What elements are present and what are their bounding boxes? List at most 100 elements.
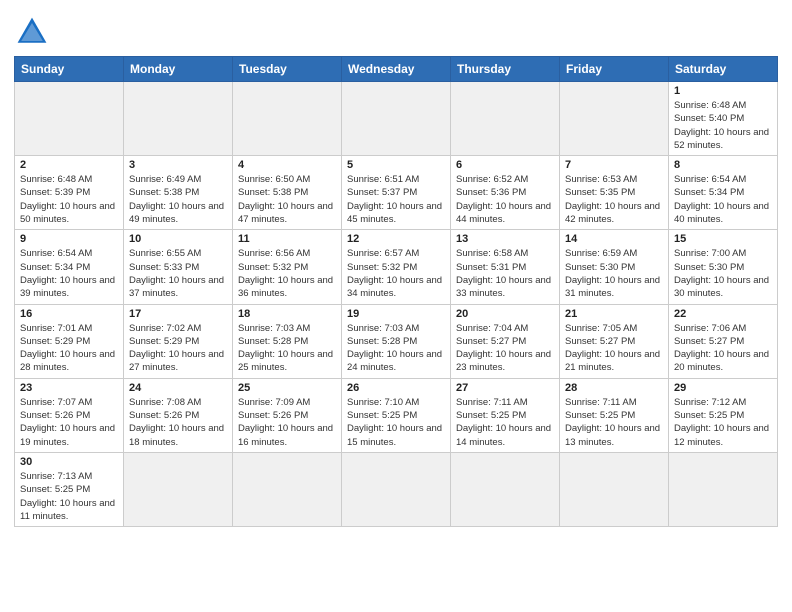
calendar-cell: 14 Sunrise: 6:59 AM Sunset: 5:30 PM Dayli… (560, 230, 669, 304)
calendar-cell: 29 Sunrise: 7:12 AM Sunset: 5:25 PM Dayli… (669, 378, 778, 452)
calendar-cell (233, 82, 342, 156)
day-number: 27 (456, 382, 554, 394)
calendar-cell: 23 Sunrise: 7:07 AM Sunset: 5:26 PM Dayli… (15, 378, 124, 452)
day-number: 24 (129, 382, 227, 394)
day-info: Sunrise: 7:03 AM Sunset: 5:28 PM Dayligh… (238, 322, 336, 375)
weekday-header-tuesday: Tuesday (233, 57, 342, 82)
day-number: 12 (347, 233, 445, 245)
day-number: 5 (347, 159, 445, 171)
week-row-6: 30Sunrise: 7:13 AM Sunset: 5:25 PM Dayli… (15, 452, 778, 526)
calendar-cell: 7 Sunrise: 6:53 AM Sunset: 5:35 PM Daylig… (560, 156, 669, 230)
day-number: 8 (674, 159, 772, 171)
week-row-2: 2 Sunrise: 6:48 AM Sunset: 5:39 PM Daylig… (15, 156, 778, 230)
day-info: Sunrise: 7:10 AM Sunset: 5:25 PM Dayligh… (347, 396, 445, 449)
day-number: 1 (674, 85, 772, 97)
day-info: Sunrise: 6:51 AM Sunset: 5:37 PM Dayligh… (347, 173, 445, 226)
day-info: Sunrise: 7:02 AM Sunset: 5:29 PM Dayligh… (129, 322, 227, 375)
week-row-4: 16Sunrise: 7:01 AM Sunset: 5:29 PM Dayli… (15, 304, 778, 378)
day-number: 7 (565, 159, 663, 171)
day-info: Sunrise: 6:50 AM Sunset: 5:38 PM Dayligh… (238, 173, 336, 226)
calendar-cell (451, 82, 560, 156)
day-info: Sunrise: 6:57 AM Sunset: 5:32 PM Dayligh… (347, 247, 445, 300)
calendar-cell: 6 Sunrise: 6:52 AM Sunset: 5:36 PM Daylig… (451, 156, 560, 230)
day-info: Sunrise: 7:03 AM Sunset: 5:28 PM Dayligh… (347, 322, 445, 375)
calendar-cell: 27Sunrise: 7:11 AM Sunset: 5:25 PM Dayli… (451, 378, 560, 452)
header (14, 10, 778, 50)
calendar-cell: 25Sunrise: 7:09 AM Sunset: 5:26 PM Dayli… (233, 378, 342, 452)
calendar-cell: 18 Sunrise: 7:03 AM Sunset: 5:28 PM Dayli… (233, 304, 342, 378)
logo-icon (14, 14, 50, 50)
day-info: Sunrise: 6:58 AM Sunset: 5:31 PM Dayligh… (456, 247, 554, 300)
weekday-header-friday: Friday (560, 57, 669, 82)
calendar-cell: 13 Sunrise: 6:58 AM Sunset: 5:31 PM Dayli… (451, 230, 560, 304)
day-number: 30 (20, 456, 118, 468)
calendar-cell: 16Sunrise: 7:01 AM Sunset: 5:29 PM Dayli… (15, 304, 124, 378)
day-number: 28 (565, 382, 663, 394)
day-info: Sunrise: 6:52 AM Sunset: 5:36 PM Dayligh… (456, 173, 554, 226)
weekday-header-row: SundayMondayTuesdayWednesdayThursdayFrid… (15, 57, 778, 82)
calendar-cell (342, 82, 451, 156)
day-info: Sunrise: 6:53 AM Sunset: 5:35 PM Dayligh… (565, 173, 663, 226)
day-number: 22 (674, 308, 772, 320)
day-info: Sunrise: 6:49 AM Sunset: 5:38 PM Dayligh… (129, 173, 227, 226)
day-info: Sunrise: 7:11 AM Sunset: 5:25 PM Dayligh… (565, 396, 663, 449)
calendar-cell: 8 Sunrise: 6:54 AM Sunset: 5:34 PM Daylig… (669, 156, 778, 230)
day-number: 13 (456, 233, 554, 245)
weekday-header-thursday: Thursday (451, 57, 560, 82)
calendar-cell (233, 452, 342, 526)
day-number: 3 (129, 159, 227, 171)
day-info: Sunrise: 6:56 AM Sunset: 5:32 PM Dayligh… (238, 247, 336, 300)
day-info: Sunrise: 7:06 AM Sunset: 5:27 PM Dayligh… (674, 322, 772, 375)
day-number: 15 (674, 233, 772, 245)
day-number: 21 (565, 308, 663, 320)
calendar-cell: 17 Sunrise: 7:02 AM Sunset: 5:29 PM Dayli… (124, 304, 233, 378)
day-info: Sunrise: 7:07 AM Sunset: 5:26 PM Dayligh… (20, 396, 118, 449)
calendar-cell (124, 452, 233, 526)
day-info: Sunrise: 6:48 AM Sunset: 5:40 PM Dayligh… (674, 99, 772, 152)
calendar-cell (342, 452, 451, 526)
calendar-cell: 28 Sunrise: 7:11 AM Sunset: 5:25 PM Dayli… (560, 378, 669, 452)
day-number: 23 (20, 382, 118, 394)
day-number: 4 (238, 159, 336, 171)
calendar-cell: 10 Sunrise: 6:55 AM Sunset: 5:33 PM Dayli… (124, 230, 233, 304)
week-row-1: 1 Sunrise: 6:48 AM Sunset: 5:40 PM Daylig… (15, 82, 778, 156)
week-row-5: 23 Sunrise: 7:07 AM Sunset: 5:26 PM Dayli… (15, 378, 778, 452)
day-number: 20 (456, 308, 554, 320)
calendar-cell: 3 Sunrise: 6:49 AM Sunset: 5:38 PM Daylig… (124, 156, 233, 230)
day-number: 9 (20, 233, 118, 245)
calendar-cell (669, 452, 778, 526)
weekday-header-wednesday: Wednesday (342, 57, 451, 82)
calendar-cell: 1 Sunrise: 6:48 AM Sunset: 5:40 PM Daylig… (669, 82, 778, 156)
day-number: 17 (129, 308, 227, 320)
day-number: 2 (20, 159, 118, 171)
day-info: Sunrise: 6:55 AM Sunset: 5:33 PM Dayligh… (129, 247, 227, 300)
day-number: 29 (674, 382, 772, 394)
day-number: 11 (238, 233, 336, 245)
day-number: 19 (347, 308, 445, 320)
day-number: 14 (565, 233, 663, 245)
calendar-cell: 15Sunrise: 7:00 AM Sunset: 5:30 PM Dayli… (669, 230, 778, 304)
calendar-cell (451, 452, 560, 526)
day-info: Sunrise: 7:08 AM Sunset: 5:26 PM Dayligh… (129, 396, 227, 449)
day-number: 16 (20, 308, 118, 320)
day-info: Sunrise: 6:48 AM Sunset: 5:39 PM Dayligh… (20, 173, 118, 226)
calendar-cell: 9Sunrise: 6:54 AM Sunset: 5:34 PM Daylig… (15, 230, 124, 304)
day-info: Sunrise: 6:54 AM Sunset: 5:34 PM Dayligh… (674, 173, 772, 226)
weekday-header-saturday: Saturday (669, 57, 778, 82)
calendar-cell: 21 Sunrise: 7:05 AM Sunset: 5:27 PM Dayli… (560, 304, 669, 378)
day-number: 26 (347, 382, 445, 394)
day-number: 10 (129, 233, 227, 245)
day-number: 6 (456, 159, 554, 171)
day-info: Sunrise: 7:12 AM Sunset: 5:25 PM Dayligh… (674, 396, 772, 449)
day-info: Sunrise: 6:59 AM Sunset: 5:30 PM Dayligh… (565, 247, 663, 300)
page: SundayMondayTuesdayWednesdayThursdayFrid… (0, 0, 792, 612)
calendar-cell (560, 82, 669, 156)
calendar-cell (15, 82, 124, 156)
day-number: 18 (238, 308, 336, 320)
calendar-cell: 2 Sunrise: 6:48 AM Sunset: 5:39 PM Daylig… (15, 156, 124, 230)
day-info: Sunrise: 7:09 AM Sunset: 5:26 PM Dayligh… (238, 396, 336, 449)
logo (14, 14, 54, 50)
day-info: Sunrise: 7:05 AM Sunset: 5:27 PM Dayligh… (565, 322, 663, 375)
calendar-cell: 24 Sunrise: 7:08 AM Sunset: 5:26 PM Dayli… (124, 378, 233, 452)
calendar-cell: 26 Sunrise: 7:10 AM Sunset: 5:25 PM Dayli… (342, 378, 451, 452)
